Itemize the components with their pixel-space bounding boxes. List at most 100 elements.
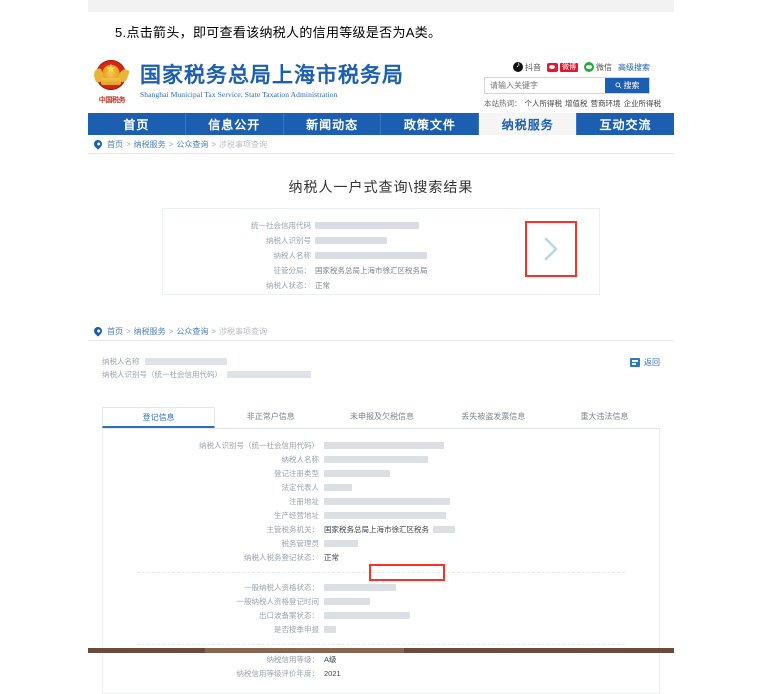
registration-detail-table: 纳税人识别号（统一社会信用代码） 纳税人名称 登记注册类型 法定代表人 注册地址… [102,429,660,694]
breadcrumb-sep: > [126,326,131,336]
breadcrumb-item-0[interactable]: 首页 [107,139,123,150]
nav-item-interaction[interactable]: 互动交流 [577,113,674,135]
back-button[interactable]: 返回 [630,357,660,368]
hotword-1[interactable]: 增值税 [565,99,588,108]
social-douyin[interactable]: 抖音 [513,60,541,73]
field-value: 国家税务总局上海市徐汇区税务局 [315,266,428,275]
credit-level-value: A级 [324,655,337,664]
detail-value: 正常 [324,553,339,562]
header-right: 抖音 微博 微信 高级搜索 [484,60,661,109]
field-label: 纳税人识别号 [266,236,311,245]
nav-item-disclosure[interactable]: 信息公开 [186,113,284,135]
tab-registration-info[interactable]: 登记信息 [102,407,216,428]
hotword-2[interactable]: 营商环境 [591,99,621,108]
breadcrumb-item-0[interactable]: 首页 [107,326,123,337]
redacted-value [324,626,336,633]
social-weixin[interactable]: 微信 [584,62,612,73]
detail-tabs: 登记信息 非正常户信息 未申报及欠税信息 丢失被盗发票信息 重大违法信息 [102,407,660,429]
search-input[interactable] [485,78,605,93]
site-title-cn: 国家税务总局上海市税务局 [140,63,404,87]
tab-lost-stolen-invoice-info[interactable]: 丢失被盗发票信息 [438,407,549,428]
chevron-right-icon [544,237,558,261]
bottom-scrollbar-strip[interactable] [88,648,674,653]
site-header: 中国税务 国家税务总局上海市税务局 Shanghai Municipal Tax… [88,56,674,113]
nav-item-home[interactable]: 首页 [88,113,186,135]
breadcrumb-item-1[interactable]: 纳税服务 [134,139,166,150]
breadcrumb-item-1[interactable]: 纳税服务 [134,326,166,337]
breadcrumb-current: 涉税事项查询 [219,326,268,336]
social-douyin-label: 抖音 [525,62,541,72]
field-label: 纳税人状态： [266,281,311,290]
redacted-value [324,540,358,547]
screenshot-panel-bottom: 首页 > 纳税服务 > 公众查询 > 涉税事项查询 纳税人名称 纳税人识别号（统… [88,322,674,694]
page-root: 5.点击箭头，即可查看该纳税人的信用等级是否为A类。 中国税务 国家税务总局上海… [0,0,762,694]
search-result-body: 纳税人一户式查询\搜索结果 统一社会信用代码 纳税人识别号 纳税人名称 征管分局… [88,154,674,310]
redacted-value [324,498,450,505]
detail-row: 是否按季申报 [103,623,659,636]
breadcrumb-sep: > [168,326,174,336]
tab-abnormal-info[interactable]: 非正常户信息 [215,407,326,428]
detail-row: 一般纳税人资格状态： [103,581,659,594]
hotword-0[interactable]: 个人所得税 [525,99,563,108]
national-emblem-icon [92,60,130,90]
social-weibo[interactable]: 微博 [547,62,578,72]
breadcrumb-sep: > [168,139,174,149]
weibo-icon [547,62,558,72]
taxpayer-detail-wrap: 纳税人名称 纳税人识别号（统一社会信用代码） 返回 登记信息 非正常户信息 未申 [102,355,660,694]
field-row: 纳税人识别号 [217,234,428,247]
social-links: 抖音 微博 微信 高级搜索 [484,60,650,74]
detail-row: 法定代表人 [103,481,659,494]
hotwords-prefix: 本站热词： [484,99,522,108]
redacted-value [324,456,428,463]
detail-label: 一般纳税人资格登记时间 [236,597,320,606]
result-card: 纳税人一户式查询\搜索结果 统一社会信用代码 纳税人识别号 纳税人名称 征管分局… [162,168,600,295]
detail-arrow-button[interactable] [525,221,577,277]
detail-row: 生产经营地址 [103,509,659,522]
result-card-title: 纳税人一户式查询\搜索结果 [288,179,474,195]
back-icon [630,358,640,367]
tab-undeclared-arrears-info[interactable]: 未申报及欠税信息 [326,407,437,428]
breadcrumb-sep: > [211,139,217,149]
detail-row-credit-level: 纳税信用等级： A级 [103,653,659,666]
social-weibo-label: 微博 [560,62,578,72]
hotword-3[interactable]: 企业所得税 [624,99,662,108]
field-row: 纳税人状态： 正常 [217,279,428,292]
redacted-value [144,358,227,365]
identity-label: 纳税人名称 [102,356,140,366]
nav-item-policy[interactable]: 政策文件 [381,113,480,135]
nav-item-news[interactable]: 新闻动态 [284,113,382,135]
search-button-label: 搜索 [623,81,640,90]
detail-label: 税务管理员 [281,539,320,548]
field-label: 纳税人名称 [273,251,312,260]
detail-label: 登记注册类型 [274,469,319,478]
field-label: 统一社会信用代码 [251,221,311,230]
search-button[interactable]: 搜索 [605,78,649,93]
search-icon [614,82,622,89]
redacted-value [315,222,419,229]
detail-row: 一般纳税人资格登记时间 [103,595,659,608]
breadcrumb-item-2[interactable]: 公众查询 [176,326,208,337]
main-nav: 首页 信息公开 新闻动态 政策文件 纳税服务 互动交流 [88,113,674,135]
redacted-value [324,470,390,477]
detail-row: 税务管理员 [103,537,659,550]
detail-label: 法定代表人 [281,483,320,492]
detail-row: 出口波备案状态： [103,609,659,622]
redacted-value [433,526,455,533]
detail-row: 主管税务机关： 国家税务总局上海市徐汇区税务 [103,523,659,536]
identity-row: 纳税人识别号（统一社会信用代码） [102,368,660,381]
site-logo: 中国税务 [92,60,134,108]
taxpayer-identity: 纳税人名称 纳税人识别号（统一社会信用代码） [102,355,660,381]
taxpayer-detail-body: 纳税人名称 纳税人识别号（统一社会信用代码） 返回 登记信息 非正常户信息 未申 [88,341,674,694]
field-label: 征管分局： [273,266,312,275]
breadcrumb-item-2[interactable]: 公众查询 [176,139,208,150]
tab-major-violation-info[interactable]: 重大违法信息 [549,407,660,428]
redacted-value [324,442,444,449]
detail-label: 是否按季申报 [274,625,319,634]
detail-label: 纳税信用等级： [266,655,320,664]
breadcrumb-top: 首页 > 纳税服务 > 公众查询 > 涉税事项查询 [88,135,674,154]
advanced-search-link[interactable]: 高级搜索 [618,62,650,73]
nav-item-tax-service[interactable]: 纳税服务 [479,113,578,135]
douyin-icon [513,60,523,72]
identity-row: 纳税人名称 [102,355,660,368]
instruction-text: 5.点击箭头，即可查看该纳税人的信用等级是否为A类。 [115,25,442,40]
